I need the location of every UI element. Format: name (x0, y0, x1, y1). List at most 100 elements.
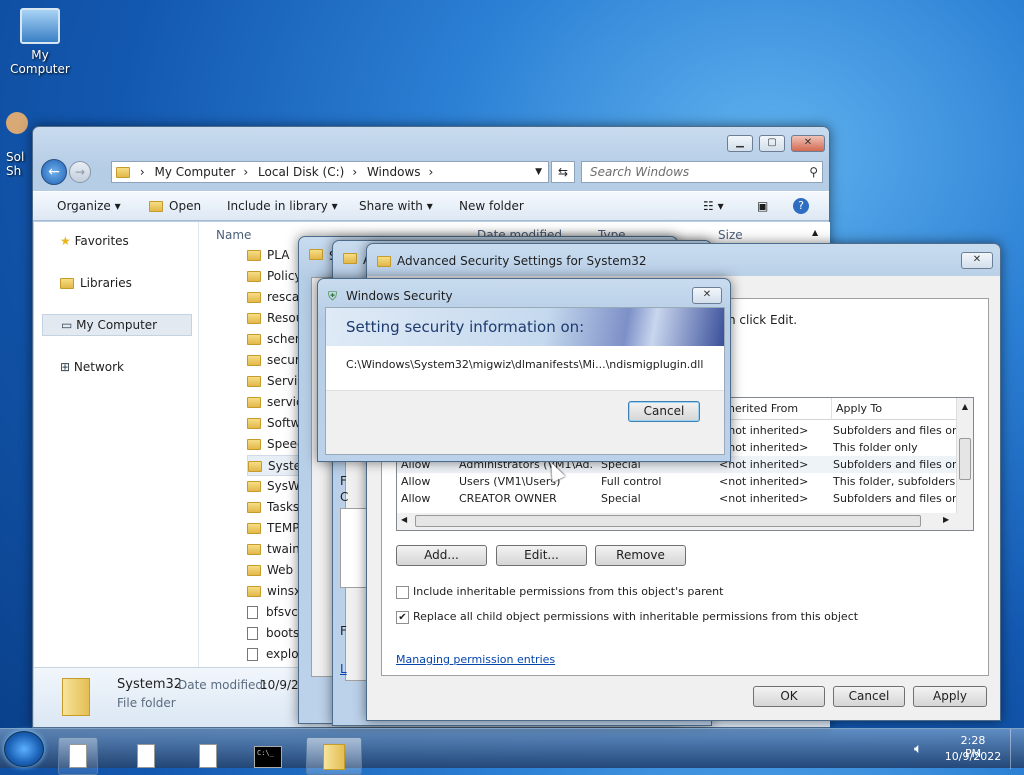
search-input[interactable]: Search Windows ⚲ (581, 161, 823, 183)
open-label: Open (169, 199, 202, 213)
refresh-button[interactable]: ⇆ (551, 161, 575, 183)
my-computer-desktop-icon[interactable]: My Computer (0, 8, 80, 76)
breadcrumb-item[interactable]: My Computer (154, 165, 235, 179)
file-name: Web (267, 563, 294, 577)
include-library-button[interactable]: Include in library ▾ (227, 192, 338, 220)
address-bar[interactable]: › My Computer › Local Disk (C:) › Windows ›… (111, 161, 549, 183)
windows-security-dialog: ⛨ Windows Security ✕ Setting security in… (317, 278, 731, 462)
cell-type: Allow (401, 475, 431, 488)
folder-icon (247, 397, 261, 408)
cell-name: CREATOR OWNER (459, 492, 557, 505)
truncated-label: F (340, 624, 347, 638)
file-name: bfsvc (266, 605, 298, 619)
nav-pane: ★ Favorites Libraries ▭ My Computer ⊞ Ne… (34, 222, 199, 667)
banner: Setting security information on: (326, 308, 724, 346)
managing-permissions-link[interactable]: Managing permission entries (396, 653, 555, 666)
add-button[interactable]: Add... (396, 545, 487, 566)
new-folder-button[interactable]: New folder (459, 192, 524, 220)
clock-date[interactable]: 10/9/2022 (944, 750, 1002, 763)
folder-icon (377, 256, 391, 267)
cell-apply: Subfolders and files only (833, 424, 957, 437)
checkbox-box[interactable] (396, 585, 409, 599)
cell-apply: This folder, subfolders a... (833, 475, 957, 488)
folder-icon (247, 355, 261, 366)
breadcrumb-item[interactable]: Windows (367, 165, 421, 179)
back-button[interactable]: ← (41, 159, 67, 185)
folder-icon (247, 250, 261, 261)
taskbar-explorer-button[interactable] (306, 737, 362, 775)
share-with-button[interactable]: Share with ▾ (359, 192, 433, 220)
scroll-up-icon[interactable]: ▲ (957, 402, 973, 411)
dialog-body: Setting security information on: C:\Wind… (325, 307, 725, 455)
command-bar: Organize ▾ Open Include in library ▾ Sha… (33, 191, 829, 221)
nav-network[interactable]: ⊞ Network (60, 360, 124, 374)
ok-button[interactable]: OK (753, 686, 825, 707)
person-icon (6, 112, 28, 134)
folder-icon (247, 544, 261, 555)
shield-icon: ⛨ (328, 289, 338, 303)
horizontal-scrollbar[interactable]: ◀ ▶ (397, 513, 973, 530)
taskbar-notepad-button[interactable] (58, 737, 98, 775)
nav-libraries[interactable]: Libraries (60, 276, 132, 290)
apply-button[interactable]: Apply (913, 686, 987, 707)
folder-icon (247, 502, 261, 513)
cancel-button[interactable]: Cancel (833, 686, 905, 707)
checkbox-label: Replace all child object permissions wit… (413, 610, 859, 623)
folder-icon (247, 292, 261, 303)
permission-row[interactable]: Allow Users (VM1\Users) Full control <not i… (397, 473, 957, 490)
close-button[interactable]: ✕ (692, 287, 722, 304)
replace-child-checkbox[interactable]: ✔ Replace all child object permissions wi… (396, 610, 858, 624)
show-desktop-button[interactable] (1010, 729, 1024, 769)
preview-pane-icon[interactable]: ▣ (757, 192, 768, 220)
view-icon[interactable]: ☷ ▾ (703, 192, 724, 220)
cell-inh: <not inherited> (719, 492, 809, 505)
volume-icon[interactable]: 🔈︎ (914, 741, 922, 757)
nav-my-computer[interactable]: ▭ My Computer (42, 314, 192, 336)
start-button[interactable] (4, 731, 44, 767)
taskbar-notepad-button[interactable] (126, 737, 166, 775)
scroll-thumb[interactable] (959, 438, 971, 480)
hint-text: n click Edit. (728, 313, 798, 327)
cell-apply: This folder only (833, 441, 918, 454)
folder-icon (247, 439, 261, 450)
dropdown-icon[interactable]: ▼ (535, 162, 542, 182)
scroll-left-icon[interactable]: ◀ (401, 515, 407, 524)
scroll-thumb[interactable] (415, 515, 921, 527)
search-placeholder: Search Windows (590, 165, 690, 179)
check-icon[interactable]: ✔ (396, 610, 409, 624)
permission-row[interactable]: Allow CREATOR OWNER Special <not inherited>… (397, 490, 957, 507)
breadcrumb-item[interactable]: Local Disk (C:) (258, 165, 344, 179)
open-button[interactable]: Open (149, 192, 201, 220)
help-icon[interactable]: ? (793, 198, 809, 214)
maximize-button[interactable]: ▢ (759, 135, 785, 152)
taskbar-notepad-button[interactable] (188, 737, 228, 775)
close-button[interactable]: ✕ (961, 252, 993, 269)
file-icon (247, 627, 258, 640)
include-inheritable-checkbox[interactable]: Include inheritable permissions from thi… (396, 585, 723, 599)
edit-button[interactable]: Edit... (496, 545, 587, 566)
column-header-inherited[interactable]: nherited From (721, 398, 798, 420)
vertical-scrollbar[interactable]: ▲ (956, 398, 973, 514)
file-name: Tasks (267, 500, 300, 514)
search-icon: ⚲ (809, 165, 818, 179)
minimize-button[interactable]: ▁ (727, 135, 753, 152)
close-button[interactable]: ✕ (791, 135, 825, 152)
column-header-apply[interactable]: Apply To (831, 398, 882, 420)
details-date-label: Date modified: (178, 678, 268, 692)
document-icon (69, 744, 87, 768)
cancel-button[interactable]: Cancel (628, 401, 700, 422)
column-header-size[interactable]: Size (718, 228, 743, 242)
folder-icon (247, 418, 261, 429)
organize-button[interactable]: Organize ▾ (57, 192, 121, 220)
document-icon (137, 744, 155, 768)
scroll-up-icon[interactable]: ▲ (812, 228, 818, 237)
remove-button[interactable]: Remove (595, 545, 686, 566)
forward-button[interactable]: → (69, 161, 91, 183)
scroll-right-icon[interactable]: ▶ (943, 515, 949, 524)
nav-favorites[interactable]: ★ Favorites (60, 234, 129, 248)
star-icon: ★ (60, 234, 71, 248)
taskbar-cmd-button[interactable]: C:\_ (248, 737, 288, 775)
column-header-name[interactable]: Name (216, 228, 251, 242)
nav-label: Network (73, 360, 124, 374)
button-bar: Cancel (326, 390, 724, 454)
